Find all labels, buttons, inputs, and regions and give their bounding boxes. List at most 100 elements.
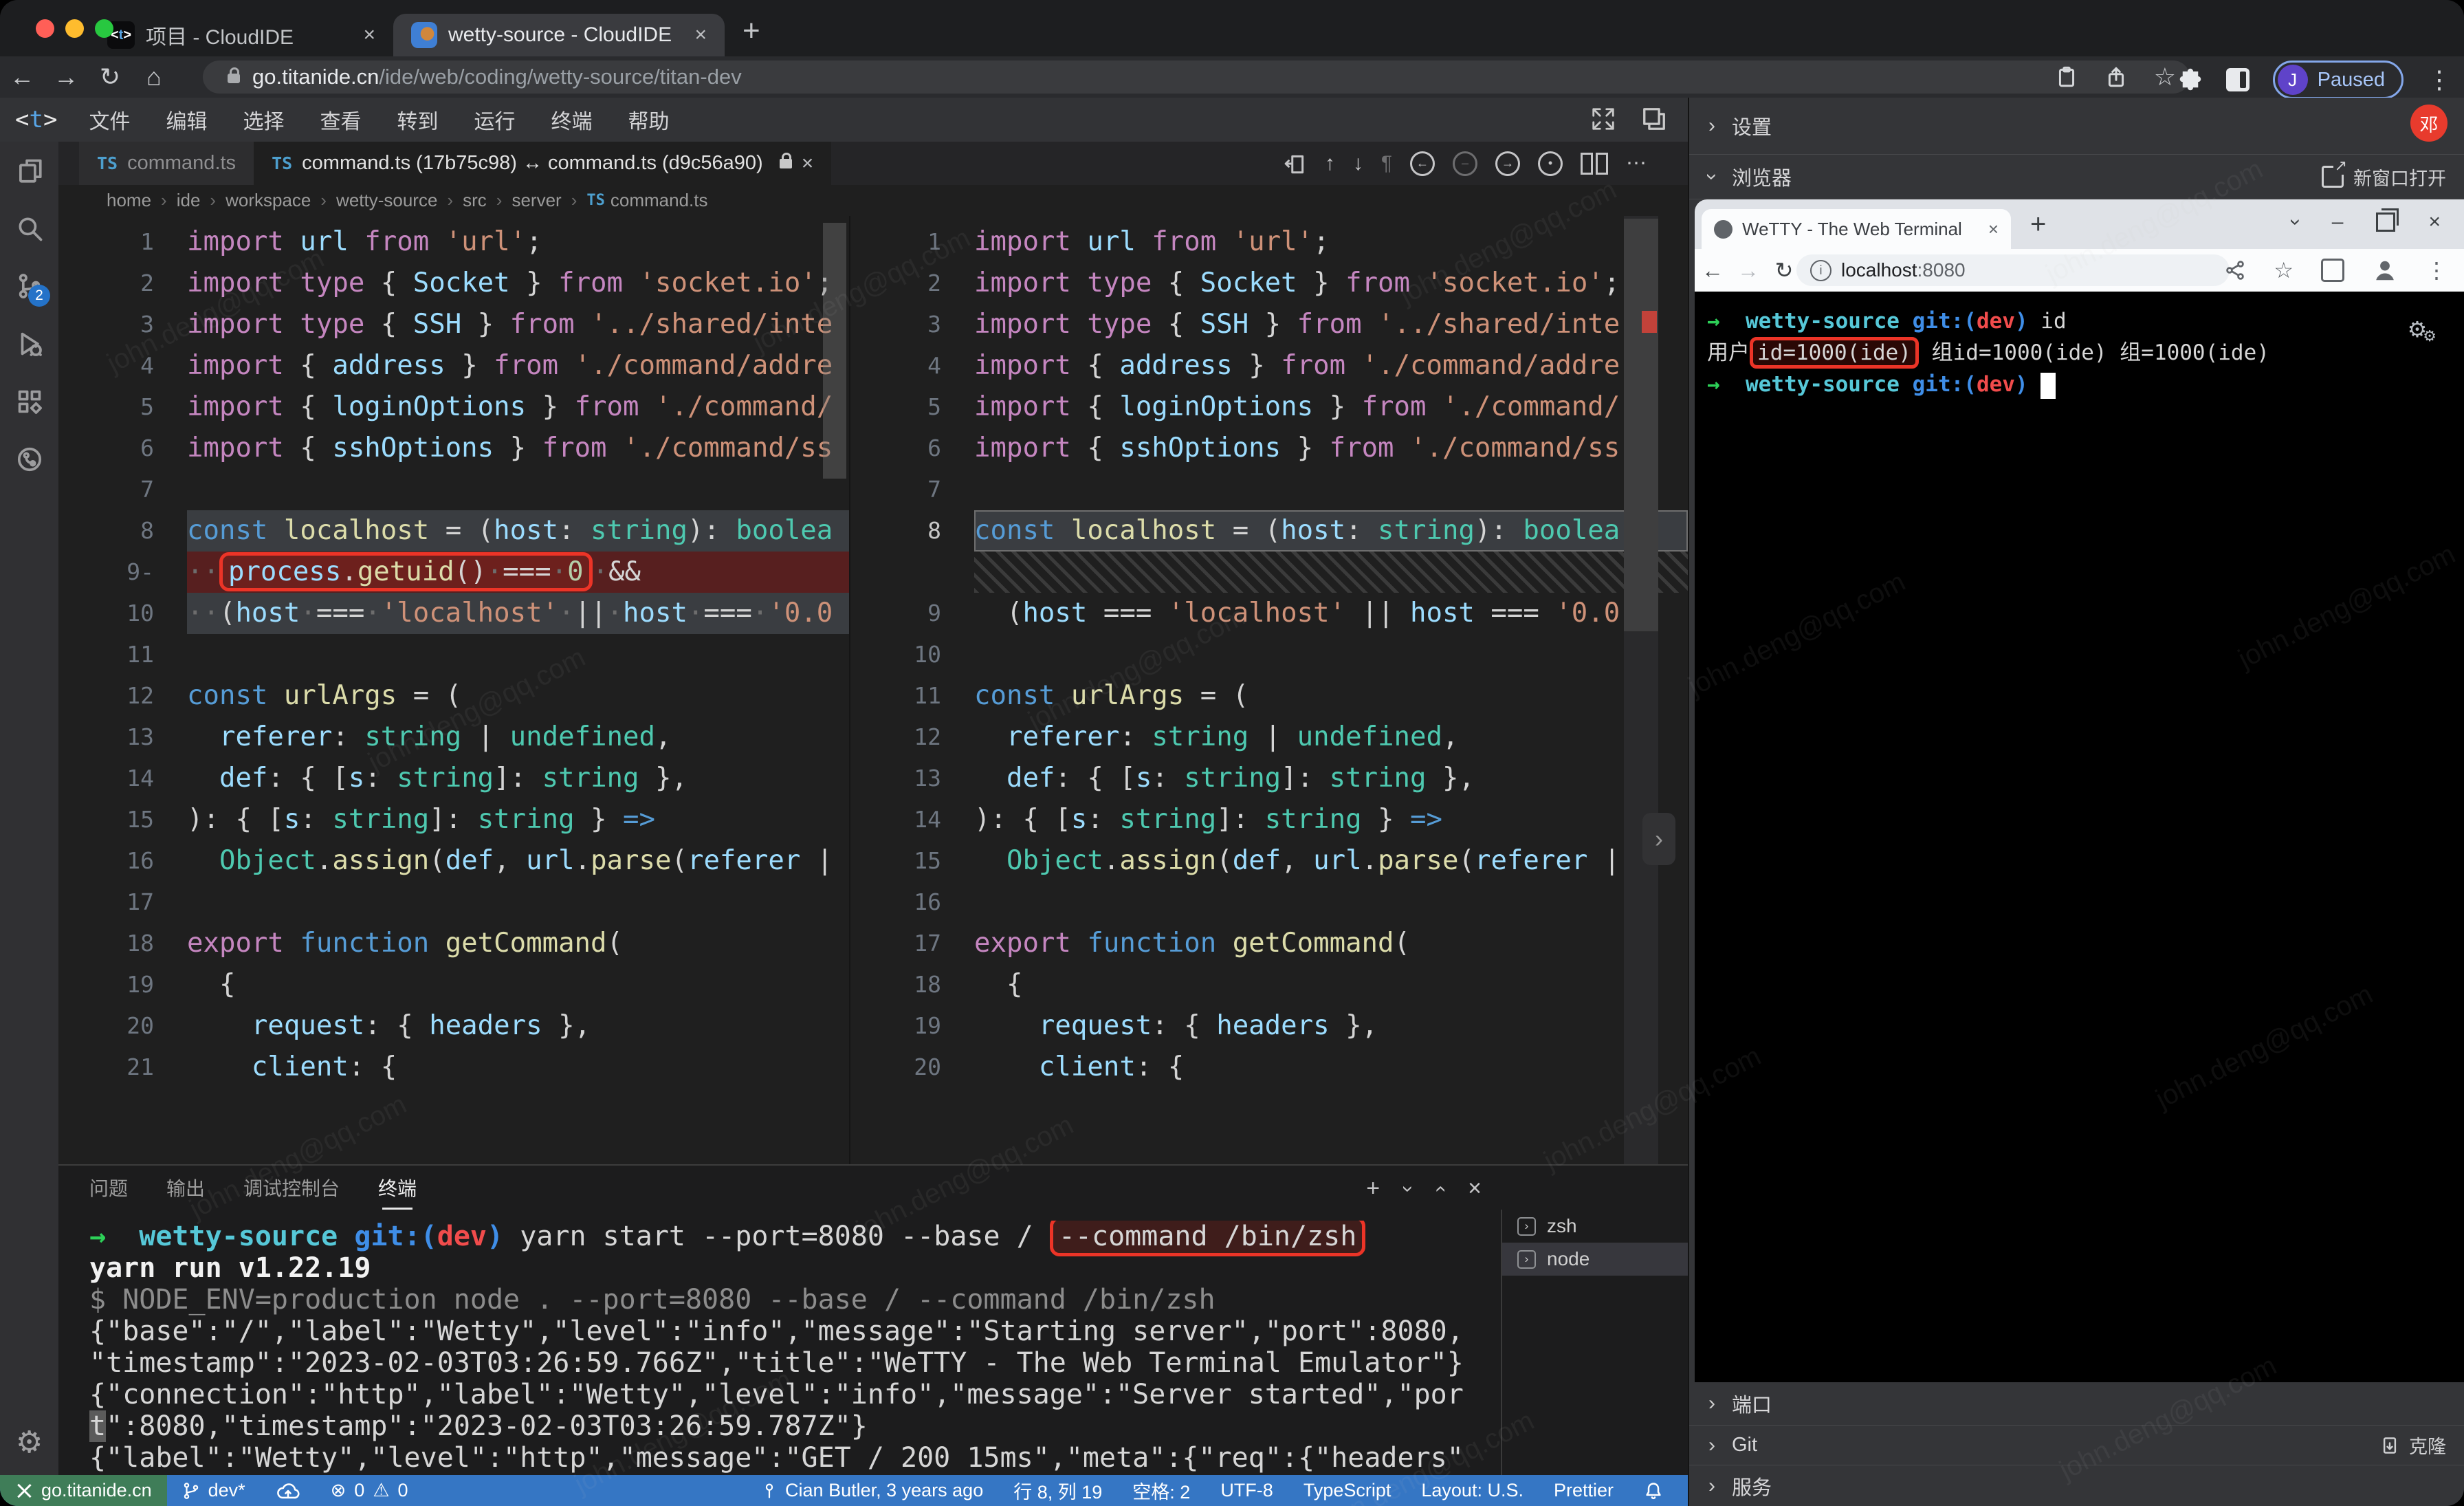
encoding[interactable]: UTF-8 [1220,1480,1273,1501]
bell-icon[interactable] [1644,1481,1663,1500]
info-icon[interactable]: i [1810,260,1832,281]
close-icon[interactable]: × [694,23,707,47]
close-icon[interactable]: × [363,23,375,47]
bookmark-star-icon[interactable]: ☆ [2274,257,2294,283]
tab-output[interactable]: 输出 [166,1174,205,1201]
profile-button[interactable]: J Paused [2273,61,2404,99]
layout-icon[interactable] [1641,106,1667,132]
next-change-arrow-icon[interactable]: ↓ [1353,152,1363,175]
keyboard-layout[interactable]: Layout: U.S. [1421,1480,1524,1501]
previous-diff-icon[interactable]: ← [1410,151,1435,176]
menu-file[interactable]: 文件 [71,105,148,135]
fullscreen-icon[interactable] [1590,106,1616,132]
back-icon[interactable]: ← [0,63,44,91]
breadcrumb-item[interactable]: workspace [226,190,311,211]
menu-run[interactable]: 运行 [456,105,533,135]
terminal-instance-zsh[interactable]: › zsh [1502,1210,1688,1243]
wetty-settings-gear-icon[interactable]: ⚙⚙ [2408,316,2441,342]
tab-debug-console[interactable]: 调试控制台 [243,1174,340,1201]
reload-icon[interactable]: ↻ [88,63,132,91]
extensions-puzzle-icon[interactable] [2178,67,2203,92]
restore-icon[interactable] [2376,212,2395,232]
diff-original-pane[interactable]: 1import url from 'url';2import type { So… [58,216,850,1166]
back-icon[interactable]: ← [1695,258,1730,283]
share-icon[interactable] [2224,259,2246,281]
language-mode[interactable]: TypeScript [1304,1480,1392,1501]
run-debug-icon[interactable] [0,315,58,373]
browser-tab-project[interactable]: <t> 项目 - CloudIDE × [89,14,393,56]
terminal-dropdown-icon[interactable]: › [1396,1186,1420,1192]
indent-setting[interactable]: 空格: 2 [1132,1477,1190,1504]
current-diff-icon[interactable]: – [1453,151,1477,176]
terminal-instance-node[interactable]: › node [1502,1243,1688,1276]
new-tab-button[interactable]: + [742,14,760,48]
overview-ruler[interactable] [1624,216,1658,1166]
forward-icon[interactable]: → [44,63,88,91]
section-services[interactable]: › 服务 [1689,1465,2464,1506]
side-panel-icon[interactable] [2321,259,2344,282]
breadcrumb-file[interactable]: command.ts [610,190,708,211]
cursor-position[interactable]: 行 8, 列 19 [1013,1477,1102,1504]
section-git[interactable]: › Git 克隆 [1689,1426,2464,1465]
chevron-down-icon[interactable]: › [2284,219,2307,226]
embedded-browser-tab[interactable]: WeTTY - The Web Terminal × [1702,209,2011,249]
formatter[interactable]: Prettier [1554,1480,1614,1501]
embedded-address-bar[interactable]: i localhost:8080 [1796,254,2230,286]
scrollbar[interactable] [823,223,846,479]
section-ports[interactable]: › 端口 [1689,1382,2464,1426]
user-avatar-badge[interactable]: 邓 [2410,105,2448,142]
menu-goto[interactable]: 转到 [379,105,456,135]
tab-problems[interactable]: 问题 [89,1174,128,1201]
side-panel-icon[interactable] [2226,68,2250,91]
new-terminal-icon[interactable]: + [1366,1175,1380,1202]
git-branch-status[interactable]: dev* [167,1475,261,1506]
address-bar[interactable]: go.titanide.cn/ide/web/coding/wetty-sour… [203,61,2190,94]
new-tab-icon[interactable]: + [2030,209,2046,240]
wetty-terminal[interactable]: → wetty-source git:(dev) id用户id=1000(ide… [1695,292,2464,1382]
close-panel-icon[interactable]: × [1468,1175,1482,1202]
next-diff-icon[interactable]: → [1495,151,1520,176]
tab-terminal[interactable]: 终端 [378,1174,417,1201]
problems-status[interactable]: ⊗0 ⚠0 [316,1475,424,1506]
share-icon[interactable] [2104,65,2128,89]
menu-terminal[interactable]: 终端 [533,105,610,135]
breadcrumb-item[interactable]: wetty-source [336,190,437,211]
source-control-icon[interactable]: 2 [0,257,58,315]
open-new-window-button[interactable]: 新窗口打开 [2322,164,2446,190]
breadcrumb-item[interactable]: ide [177,190,201,211]
menu-selection[interactable]: 选择 [225,105,302,135]
extensions-icon[interactable] [0,373,58,430]
git-blame[interactable]: Cian Butler, 3 years ago [762,1480,983,1501]
section-settings[interactable]: › 设置 邓 [1689,98,2464,155]
window-controls[interactable] [36,19,113,38]
close-icon[interactable]: × [1988,219,1999,240]
close-icon[interactable]: × [802,152,814,175]
bookmark-star-icon[interactable]: ☆ [2154,63,2176,91]
gitlens-icon[interactable] [0,430,58,488]
menu-edit[interactable]: 编辑 [148,105,225,135]
terminal-output[interactable]: → wetty-source git:(dev) yarn start --po… [89,1221,1495,1475]
explorer-icon[interactable] [0,142,58,199]
more-actions-icon[interactable]: ⋯ [1626,151,1647,175]
home-icon[interactable]: ⌂ [132,63,176,91]
close-window-button[interactable] [36,19,54,38]
maximize-panel-icon[interactable]: › [1428,1186,1451,1192]
browser-tab-wetty-source[interactable]: wetty-source - CloudIDE × [393,14,725,56]
forward-icon[interactable]: → [1730,258,1766,283]
breadcrumb-item[interactable]: server [512,190,561,211]
sync-status[interactable] [261,1475,316,1506]
editor-tab-diff[interactable]: TS command.ts (17b75c98) ↔ command.ts (d… [254,142,831,185]
menu-view[interactable]: 查看 [302,105,379,135]
commit-icon[interactable]: • [1538,151,1563,176]
menu-help[interactable]: 帮助 [610,105,687,135]
search-icon[interactable] [0,199,58,257]
minimize-icon[interactable]: – [2332,210,2344,234]
remote-indicator[interactable]: go.titanide.cn [0,1475,167,1506]
breadcrumb-item[interactable]: home [107,190,151,211]
minimize-window-button[interactable] [65,19,84,38]
split-editor-icon[interactable] [1581,153,1608,175]
diff-modified-pane[interactable]: 1import url from 'url';2import type { So… [850,216,1688,1166]
close-icon[interactable]: × [2428,210,2441,234]
browser-menu-icon[interactable]: ⋮ [2427,65,2452,94]
settings-gear-icon[interactable]: ⚙ [0,1425,58,1460]
